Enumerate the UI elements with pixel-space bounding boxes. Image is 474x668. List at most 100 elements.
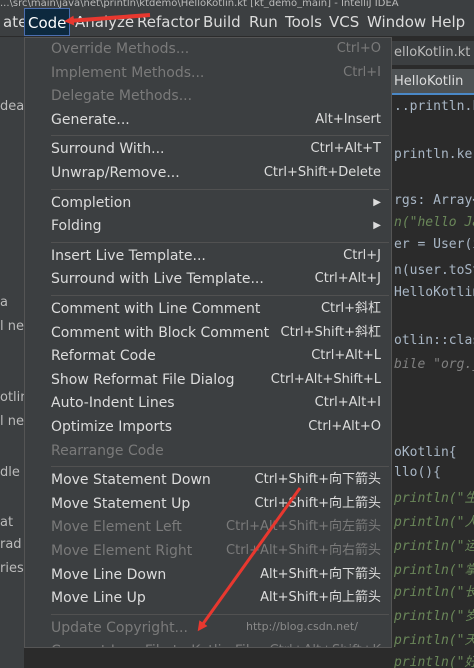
code-line: llo(){ [394, 465, 441, 480]
menu-item-show-reformat-file-dialog[interactable]: Show Reformat File Dialog Ctrl+Alt+Shift+… [25, 368, 391, 392]
window-title: ...\src\main\java\net\println\ktdemo\Hel… [0, 0, 399, 8]
code-line: n("hello Jav [394, 215, 474, 230]
menu-refactor[interactable]: Refactor [134, 8, 203, 36]
menu-item-delegate-methods[interactable]: Delegate Methods... [25, 84, 391, 108]
submenu-arrow-icon: ▶ [373, 220, 381, 232]
menu-item-shortcut: Ctrl+Alt+Shift+K [270, 639, 381, 647]
menu-item-shortcut: Ctrl+J [343, 247, 381, 263]
menu-item-optimize-imports[interactable]: Optimize Imports Ctrl+Alt+O [25, 415, 391, 439]
menu-item-move-line-down[interactable]: Move Line Down Alt+Shift+向下箭头 [25, 563, 391, 587]
code-line: println("人们 [394, 515, 474, 530]
menu-item-completion[interactable]: Completion ▶ [25, 191, 391, 215]
menu-item-override-methods[interactable]: Override Methods... Ctrl+O [25, 38, 391, 61]
code-line: println("运数 [394, 539, 474, 554]
menu-item-label: Surround With... [51, 141, 165, 158]
menu-build[interactable]: Build [200, 8, 244, 36]
menu-item-reformat-code[interactable]: Reformat Code Ctrl+Alt+L [25, 344, 391, 368]
menu-item-shortcut: Ctrl+Alt+I [314, 395, 381, 411]
menu-item-surround-with[interactable]: Surround With... Ctrl+Alt+T [25, 137, 391, 161]
menu-item-move-line-up[interactable]: Move Line Up Alt+Shift+向上箭头 [25, 586, 391, 610]
menu-item-comment-with-line-comment[interactable]: Comment with Line Comment Ctrl+斜杠 [25, 297, 391, 321]
menu-vcs[interactable]: VCS [326, 8, 362, 36]
menu-item-shortcut: Ctrl+斜杠 [320, 301, 381, 316]
menu-item-shortcut: Ctrl+Shift+斜杠 [280, 324, 381, 340]
menu-item-comment-with-block-comment[interactable]: Comment with Block Comment Ctrl+Shift+斜杠 [25, 321, 391, 345]
menu-item-label: Override Methods... [51, 41, 190, 57]
code-line: bile "org.j [394, 357, 474, 372]
menu-run[interactable]: Run [246, 8, 281, 36]
project-tree-fragment[interactable]: dea [0, 99, 24, 114]
watermark-text: http://blog.csdn.net/ [246, 620, 358, 633]
project-tree-fragment[interactable]: rad [0, 537, 22, 552]
menu-item-label: Comment with Line Comment [51, 301, 261, 317]
menu-item-label: Move Statement Down [51, 472, 211, 489]
project-tree-fragment[interactable]: a [0, 295, 8, 310]
menu-separator [51, 295, 389, 296]
menu-item-shortcut: Ctrl+Alt+Shift+L [270, 371, 381, 387]
menu-item-label: Insert Live Template... [51, 247, 206, 264]
menu-item-implement-methods[interactable]: Implement Methods... Ctrl+I [25, 61, 391, 85]
menu-tools[interactable]: Tools [282, 8, 325, 36]
project-tree-fragment[interactable]: l ne [0, 414, 24, 429]
menu-separator [51, 188, 389, 190]
menu-item-folding[interactable]: Folding ▶ [25, 214, 391, 238]
menu-item-label: Move Line Down [51, 566, 167, 583]
menu-item-surround-with-live-template[interactable]: Surround with Live Template... Ctrl+Alt+J [25, 267, 391, 291]
menu-item-label: Surround with Live Template... [51, 271, 264, 288]
menu-item-label: Unwrap/Remove... [51, 165, 180, 181]
menu-separator [51, 135, 389, 137]
menu-item-shortcut: Ctrl+I [343, 64, 381, 80]
editor-pane: elloKotlin.kt HelloKotlin ..println.k pri… [390, 37, 474, 668]
menu-item-shortcut: Ctrl+Shift+向下箭头 [254, 472, 381, 488]
menu-item-label: Rearrange Code [51, 442, 164, 459]
menu-item-move-element-right[interactable]: Move Element Right Ctrl+Alt+Shift+向右箭头 [25, 539, 391, 563]
menu-item-insert-live-template[interactable]: Insert Live Template... Ctrl+J [25, 244, 391, 268]
code-menu-dropdown: Override Methods... Ctrl+O Implement Metho… [24, 37, 392, 648]
menu-item-rearrange-code[interactable]: Rearrange Code [25, 439, 391, 463]
editor-tab-hellokotlin[interactable]: HelloKotlin [390, 69, 474, 95]
project-tree-fragment[interactable]: ries [0, 561, 24, 576]
menu-item-shortcut: Ctrl+Alt+T [310, 141, 381, 157]
editor-tab-breadcrumb[interactable]: elloKotlin.kt [390, 41, 474, 65]
menu-item-move-statement-up[interactable]: Move Statement Up Ctrl+Shift+向上箭头 [25, 492, 391, 516]
code-line: rgs: Array< [394, 193, 474, 208]
project-tree-fragment[interactable]: dle [0, 465, 20, 480]
menu-item-shortcut: Ctrl+Alt+Shift+向右箭头 [226, 543, 381, 558]
menu-item-move-element-left[interactable]: Move Element Left Ctrl+Alt+Shift+向左箭头 [25, 515, 391, 539]
menu-item-shortcut: Alt+Shift+向下箭头 [260, 566, 381, 582]
menu-item-move-statement-down[interactable]: Move Statement Down Ctrl+Shift+向下箭头 [25, 468, 391, 492]
menu-item-label: Show Reformat File Dialog [51, 371, 235, 388]
menu-item-label: Comment with Block Comment [51, 324, 270, 341]
menu-window[interactable]: Window [364, 8, 429, 36]
menu-item-label: Auto-Indent Lines [51, 395, 175, 412]
menu-item-label: Update Copyright... [51, 619, 188, 636]
window-title-bar: ...\src\main\java\net\println\ktdemo\Hel… [0, 0, 474, 8]
menu-item-shortcut: Ctrl+Alt+O [308, 419, 381, 434]
menu-item-convert-java-file-to-kotlin-file[interactable]: Convert Java File to Kotlin File Ctrl+Alt… [25, 639, 391, 647]
menu-item-label: Convert Java File to Kotlin File [51, 639, 258, 647]
menu-code[interactable]: Code [24, 8, 71, 36]
menu-item-unwrap-remove[interactable]: Unwrap/Remove... Ctrl+Shift+Delete [25, 161, 391, 185]
menu-item-label: Optimize Imports [51, 419, 172, 435]
menu-item-shortcut: Ctrl+Alt+J [314, 271, 381, 287]
menu-item-shortcut: Alt+Shift+向上箭头 [260, 590, 381, 606]
code-line: ..println.k [394, 99, 474, 114]
project-tree-fragment[interactable]: l ne [0, 319, 24, 334]
menu-item-label: Move Statement Up [51, 495, 191, 512]
menu-item-label: Move Line Up [51, 590, 146, 607]
main-menu-bar: ate Code Analyze Refactor Build Run Tools VCS Wi… [0, 8, 474, 37]
menu-item-auto-indent-lines[interactable]: Auto-Indent Lines Ctrl+Alt+I [25, 391, 391, 415]
menu-item-generate[interactable]: Generate... Alt+Insert [25, 108, 391, 132]
menu-item-shortcut: Ctrl+O [336, 41, 381, 56]
code-line: println("掌上 [394, 563, 474, 578]
code-line: println("岁月 [394, 609, 474, 624]
menu-item-label: Completion [51, 194, 132, 211]
menu-help[interactable]: Help [428, 8, 468, 36]
project-tree-fragment[interactable]: otlin [0, 390, 24, 405]
code-line: er = User(i [394, 237, 474, 252]
code-line: println("天际 [394, 633, 474, 648]
menu-analyze[interactable]: Analyze [72, 8, 137, 36]
code-line: println("生命 [394, 491, 474, 506]
project-tree-fragment[interactable]: at [0, 515, 13, 530]
code-line: HelloKotlin [394, 285, 474, 300]
